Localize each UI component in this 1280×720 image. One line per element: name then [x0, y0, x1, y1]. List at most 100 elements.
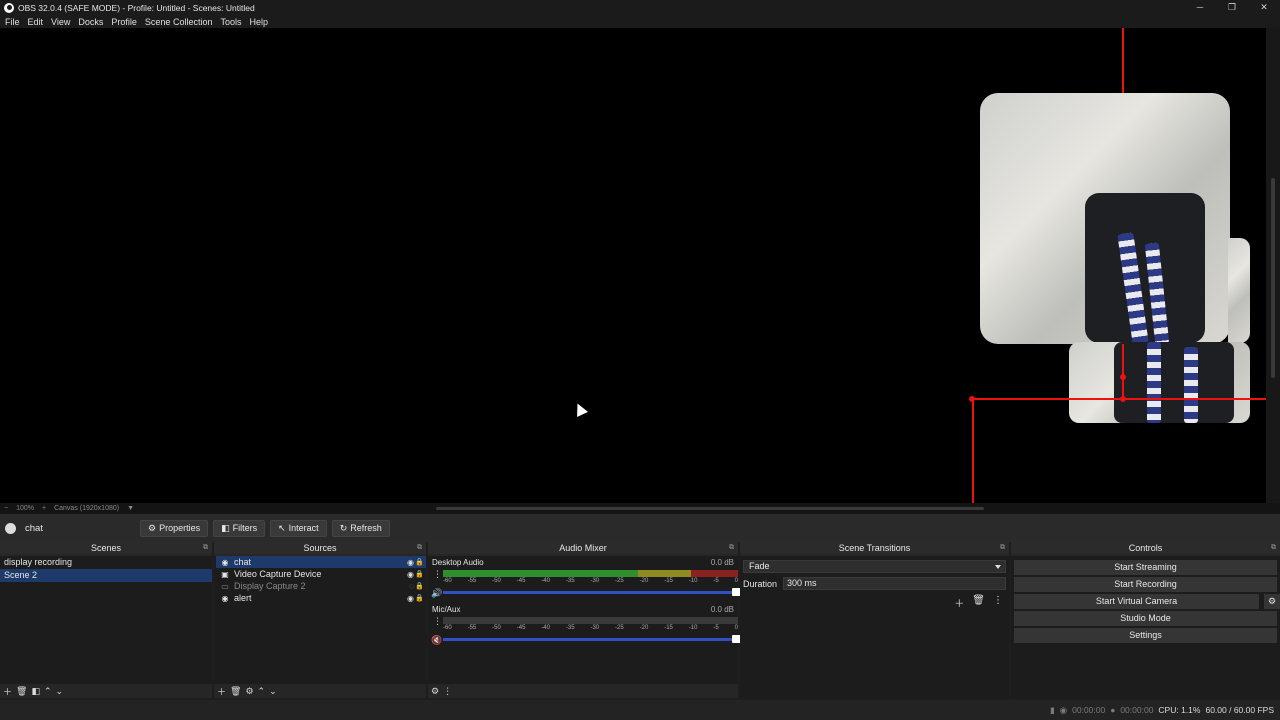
preview-canvas[interactable] — [0, 28, 1266, 503]
source-item-display-capture[interactable]: ▭ Display Capture 2 ◌ 🔒 — [216, 580, 426, 592]
close-button[interactable]: ✕ — [1248, 0, 1280, 15]
preview-horizontal-scrollbar[interactable] — [436, 507, 984, 510]
more-options-icon[interactable]: ⋮ — [433, 569, 442, 580]
preview-vertical-scrollbar[interactable] — [1266, 28, 1280, 503]
webcam-source-preview[interactable] — [980, 93, 1230, 345]
menu-scene-collection[interactable]: Scene Collection — [141, 17, 217, 27]
menu-file[interactable]: File — [1, 17, 24, 27]
gear-icon[interactable]: ⚙ — [1262, 594, 1280, 609]
undock-icon[interactable]: ⧉ — [203, 542, 208, 554]
undock-icon[interactable]: ⧉ — [417, 542, 422, 554]
channel-name: Desktop Audio — [432, 558, 484, 567]
transition-select[interactable]: Fade — [743, 560, 1006, 573]
source-item-chat[interactable]: ◉ chat ◉ 🔒 — [216, 556, 426, 568]
settings-button[interactable]: Settings — [1014, 628, 1277, 643]
volume-slider[interactable] — [443, 588, 742, 596]
scene-item-selected[interactable]: Scene 2 — [0, 569, 212, 582]
fps-readout: 60.00 / 60.00 FPS — [1205, 705, 1274, 715]
controls-title: Controls — [1128, 543, 1163, 553]
menu-view[interactable]: View — [47, 17, 74, 27]
interact-button[interactable]: ↖ Interact — [270, 519, 327, 537]
move-up-icon[interactable]: ⌃ — [258, 686, 266, 697]
source-name: Display Capture 2 — [234, 581, 306, 591]
transform-handle[interactable] — [1120, 396, 1126, 402]
meter-ticks: -60 -55 -50 -45 -40 -35 -30 -25 -20 -15 -10 -5 0 — [443, 578, 738, 587]
source-name: Video Capture Device — [234, 569, 322, 579]
scrollbar-thumb[interactable] — [1271, 178, 1275, 378]
source-item-alert[interactable]: ◉ alert ◉ 🔒 — [216, 592, 426, 604]
lock-icon[interactable]: 🔒 — [415, 594, 424, 602]
advanced-audio-icon[interactable]: ⚙ — [431, 686, 439, 697]
monitor-icon: ▭ — [221, 581, 229, 591]
speaker-icon[interactable]: 🔊 — [431, 588, 442, 599]
trash-icon[interactable]: 🗑 — [972, 595, 985, 610]
tick-label: 0 — [734, 578, 738, 584]
scene-item[interactable]: display recording — [0, 556, 212, 569]
move-down-icon[interactable]: ⌄ — [56, 686, 64, 697]
minimize-button[interactable]: ─ — [1184, 0, 1216, 15]
controls-dock-title: Controls ⧉ — [1011, 542, 1280, 554]
transitions-dock-title: Scene Transitions ⧉ — [740, 542, 1009, 554]
trash-icon[interactable]: 🗑 — [230, 686, 241, 697]
record-status-icon: ● — [1110, 705, 1116, 715]
eye-closed-icon[interactable]: ◌ — [409, 582, 414, 591]
chevron-down-icon[interactable]: ▼ — [123, 505, 138, 512]
window-title: OBS 32.0.4 (SAFE MODE) - Profile: Untitl… — [18, 2, 255, 13]
refresh-button[interactable]: ↻ Refresh — [331, 519, 390, 537]
volume-meter — [443, 617, 738, 624]
more-options-icon[interactable]: ⋮ — [433, 616, 442, 627]
tick-label: -60 — [443, 578, 452, 584]
meter-ticks: -60 -55 -50 -45 -40 -35 -30 -25 -20 -15 -10 -5 0 — [443, 625, 738, 634]
menu-tools[interactable]: Tools — [216, 17, 245, 27]
volume-slider[interactable] — [443, 635, 742, 643]
lock-icon[interactable]: 🔒 — [415, 558, 424, 566]
transform-handle[interactable] — [1120, 374, 1126, 380]
add-source-icon[interactable]: ＋ — [217, 685, 226, 698]
maximize-button[interactable]: ❐ — [1216, 0, 1248, 15]
move-down-icon[interactable]: ⌄ — [269, 686, 277, 697]
duration-input[interactable]: 300 ms — [783, 577, 1006, 590]
tick-label: -10 — [688, 625, 698, 631]
zoom-level: 100% — [16, 505, 34, 512]
zoom-out-button[interactable]: − — [0, 505, 12, 512]
eye-icon[interactable]: ◉ — [407, 570, 414, 579]
menu-profile[interactable]: Profile — [107, 17, 141, 27]
muted-speaker-icon[interactable]: 🔇 — [431, 635, 442, 646]
filters-label: Filters — [232, 523, 258, 533]
source-item-video-capture[interactable]: ▣ Video Capture Device ◉ 🔒 — [216, 568, 426, 580]
studio-mode-button[interactable]: Studio Mode — [1014, 611, 1277, 626]
more-options-icon[interactable]: ⋮ — [993, 595, 1003, 610]
more-options-icon[interactable]: ⋮ — [443, 686, 452, 697]
controls-body: Start Streaming Start Recording Start Vi… — [1011, 556, 1280, 698]
move-up-icon[interactable]: ⌃ — [44, 686, 52, 697]
menu-docks[interactable]: Docks — [74, 17, 107, 27]
tick-label: -40 — [541, 625, 550, 631]
lock-icon[interactable]: 🔒 — [415, 582, 424, 590]
zoom-in-button[interactable]: + — [38, 505, 50, 512]
scene-filters-icon[interactable]: ◧ — [31, 686, 40, 697]
start-recording-button[interactable]: Start Recording — [1014, 577, 1277, 592]
webcam-source-preview-2[interactable] — [1069, 342, 1250, 423]
filters-button[interactable]: ◧ Filters — [213, 519, 266, 537]
add-scene-icon[interactable]: ＋ — [3, 685, 12, 698]
undock-icon[interactable]: ⧉ — [729, 542, 734, 554]
tick-label: -45 — [516, 625, 526, 631]
menu-help[interactable]: Help — [245, 17, 272, 27]
eye-icon[interactable]: ◉ — [407, 594, 414, 603]
audio-mixer-dock: Audio Mixer ⧉ Desktop Audio 0.0 dB ⋮ -60 -… — [428, 542, 742, 698]
gear-icon[interactable]: ⚙ — [245, 686, 253, 697]
globe-icon: ◉ — [221, 593, 229, 603]
menu-edit[interactable]: Edit — [24, 17, 48, 27]
lock-icon[interactable]: 🔒 — [415, 570, 424, 578]
transform-handle[interactable] — [969, 396, 975, 402]
undock-icon[interactable]: ⧉ — [1000, 542, 1005, 554]
add-transition-icon[interactable]: ＋ — [954, 595, 964, 610]
channel-db: 0.0 dB — [710, 605, 734, 614]
tick-label: -5 — [713, 625, 719, 631]
start-streaming-button[interactable]: Start Streaming — [1014, 560, 1277, 575]
undock-icon[interactable]: ⧉ — [1271, 542, 1276, 554]
trash-icon[interactable]: 🗑 — [16, 686, 27, 697]
eye-icon[interactable]: ◉ — [407, 558, 414, 567]
properties-button[interactable]: ⚙ Properties — [140, 519, 209, 537]
start-virtual-camera-button[interactable]: Start Virtual Camera ⚙ — [1014, 594, 1280, 609]
